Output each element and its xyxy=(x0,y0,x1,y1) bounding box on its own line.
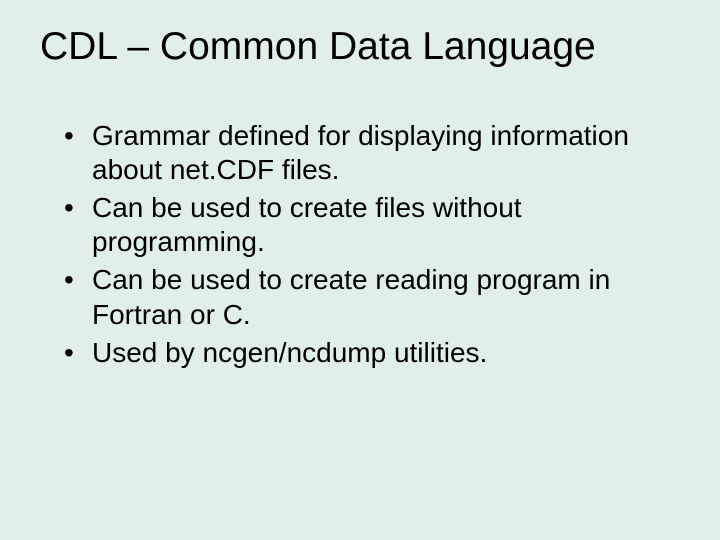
list-item: Can be used to create files without prog… xyxy=(64,191,680,259)
list-item: Used by ncgen/ncdump utilities. xyxy=(64,336,680,370)
list-item: Grammar defined for displaying informati… xyxy=(64,119,680,187)
list-item: Can be used to create reading program in… xyxy=(64,263,680,331)
bullet-list: Grammar defined for displaying informati… xyxy=(40,119,680,370)
slide-title: CDL – Common Data Language xyxy=(40,24,680,71)
slide: CDL – Common Data Language Grammar defin… xyxy=(0,0,720,540)
